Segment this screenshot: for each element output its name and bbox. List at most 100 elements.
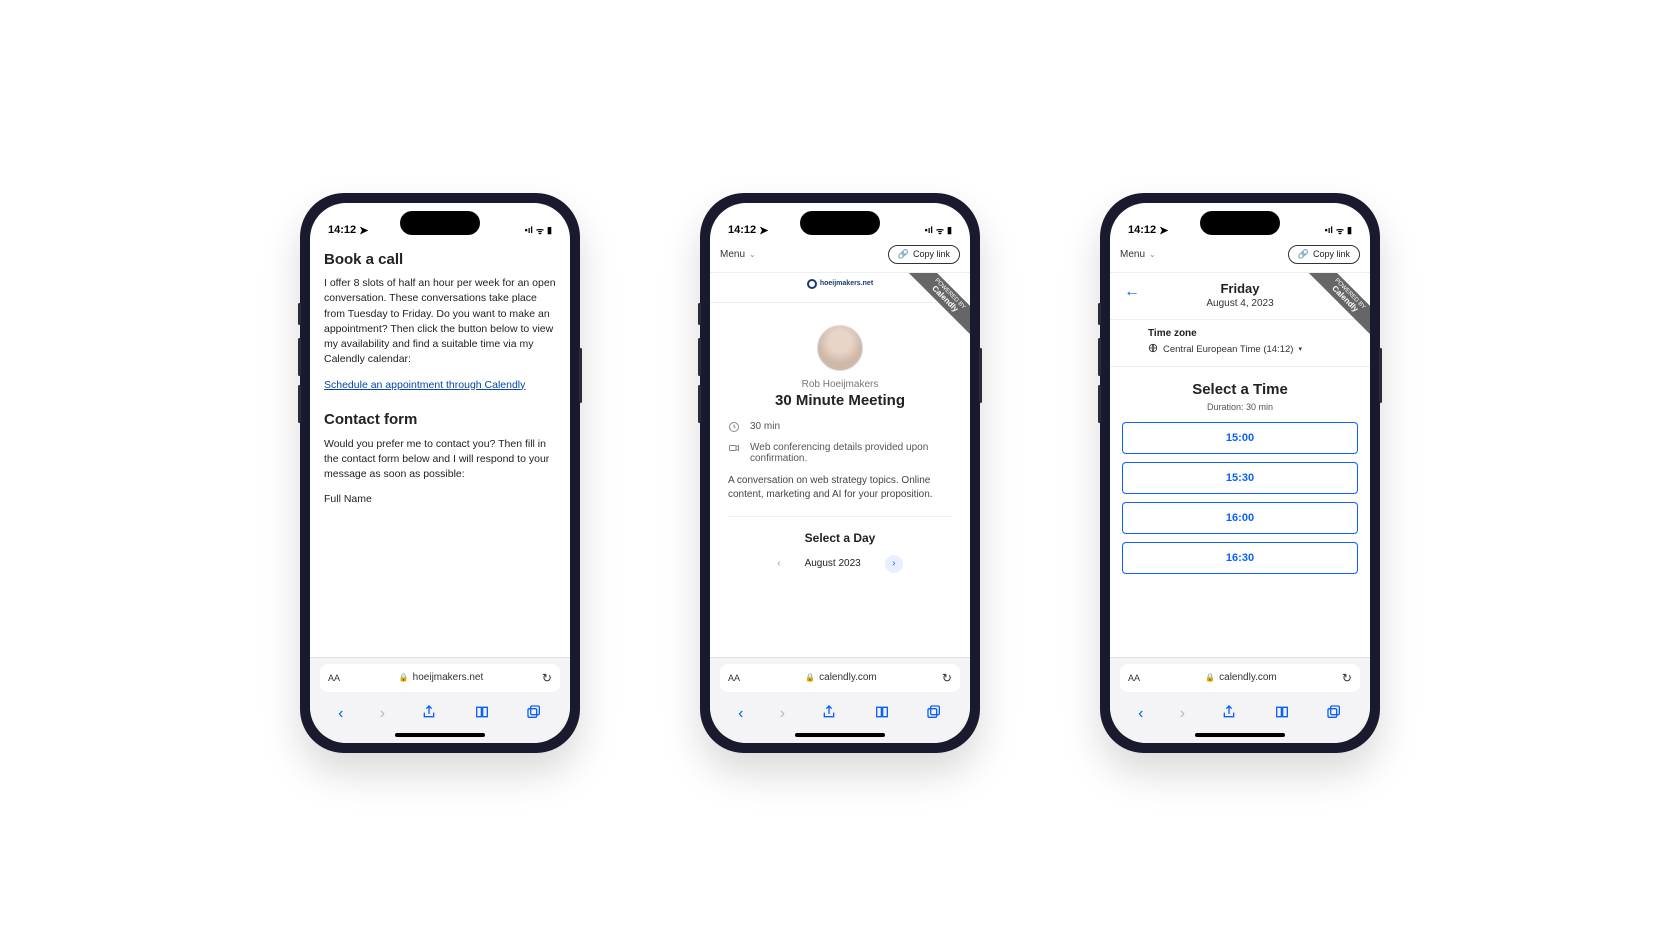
copy-link-label: Copy link: [1313, 249, 1350, 259]
safari-toolbar: AA 🔒hoeijmakers.net ↻ ‹ ›: [310, 657, 570, 743]
safari-toolbar: AA 🔒calendly.com ↻ ‹ ›: [1110, 657, 1370, 743]
select-time-heading: Select a Time: [1110, 381, 1370, 398]
selected-day: Friday: [1110, 281, 1370, 296]
wifi-icon: ᯤ: [536, 224, 544, 237]
dynamic-island: [1200, 211, 1280, 235]
copy-link-label: Copy link: [913, 249, 950, 259]
lock-icon: 🔒: [805, 673, 815, 682]
back-button[interactable]: ‹: [738, 705, 743, 723]
bookmarks-button[interactable]: [1274, 704, 1290, 725]
signal-icon: •ıl: [925, 225, 933, 235]
full-name-label: Full Name: [324, 492, 556, 507]
duration-text: 30 min: [750, 421, 780, 436]
menu-button[interactable]: Menu ⌄: [720, 249, 756, 260]
next-month-button[interactable]: ›: [885, 555, 903, 573]
signal-icon: •ıl: [1325, 225, 1333, 235]
menu-button[interactable]: Menu ⌄: [1120, 249, 1156, 260]
book-call-description: I offer 8 slots of half an hour per week…: [324, 276, 556, 367]
location-icon: ➤: [1159, 224, 1168, 237]
url-bar[interactable]: AA 🔒calendly.com ↻: [1120, 664, 1360, 692]
lock-icon: 🔒: [1205, 673, 1215, 682]
phone-mockup-3: 14:12 ➤ •ıl ᯤ ▮ Menu ⌄ 🔗 Copy link: [1100, 193, 1380, 753]
menu-label: Menu: [1120, 249, 1145, 260]
globe-icon: [1148, 343, 1158, 356]
phone-mockup-1: 14:12 ➤ •ıl ᯤ ▮ Book a call I offer 8 sl…: [300, 193, 580, 753]
schedule-link[interactable]: Schedule an appointment through Calendly: [324, 378, 525, 393]
calendly-time-select-page: Menu ⌄ 🔗 Copy link ← Friday August 4, 20…: [1110, 239, 1370, 657]
dynamic-island: [400, 211, 480, 235]
host-name: Rob Hoeijmakers: [728, 379, 952, 390]
time-slot[interactable]: 15:30: [1122, 462, 1358, 494]
clock-icon: [728, 421, 742, 436]
location-icon: ➤: [359, 224, 368, 237]
home-indicator[interactable]: [1195, 733, 1285, 737]
home-indicator[interactable]: [795, 733, 885, 737]
tabs-button[interactable]: [926, 704, 942, 725]
time-slot[interactable]: 15:00: [1122, 422, 1358, 454]
tabs-button[interactable]: [526, 704, 542, 725]
heading-contact-form: Contact form: [324, 409, 556, 431]
video-icon: [728, 442, 742, 464]
url-bar[interactable]: AA 🔒 calendly.com ↻: [720, 664, 960, 692]
calendly-meeting-page: Menu ⌄ 🔗 Copy link hoeijmakers.net POWER…: [710, 239, 970, 657]
timezone-label: Time zone: [1148, 328, 1356, 339]
text-size-button[interactable]: AA: [1128, 673, 1140, 683]
link-icon: 🔗: [898, 249, 909, 260]
dynamic-island: [800, 211, 880, 235]
status-time: 14:12: [728, 224, 756, 236]
text-size-button[interactable]: AA: [728, 673, 740, 683]
forward-button[interactable]: ›: [380, 705, 385, 723]
forward-button[interactable]: ›: [1180, 705, 1185, 723]
meeting-description: A conversation on web strategy topics. O…: [728, 474, 952, 502]
back-button[interactable]: ‹: [338, 705, 343, 723]
duration-label: Duration: 30 min: [1110, 402, 1370, 412]
host-avatar: [817, 325, 863, 371]
url-bar[interactable]: AA 🔒hoeijmakers.net ↻: [320, 664, 560, 692]
wifi-icon: ᯤ: [1336, 224, 1344, 237]
selected-date: August 4, 2023: [1110, 298, 1370, 309]
location-icon: ➤: [759, 224, 768, 237]
meeting-title: 30 Minute Meeting: [728, 392, 952, 409]
page-content: Book a call I offer 8 slots of half an h…: [310, 239, 570, 657]
share-button[interactable]: [421, 704, 437, 725]
link-icon: 🔗: [1298, 249, 1309, 260]
copy-link-button[interactable]: 🔗 Copy link: [1288, 245, 1360, 264]
prev-month-button[interactable]: ‹: [777, 558, 780, 569]
conferencing-text: Web conferencing details provided upon c…: [750, 442, 952, 464]
heading-book-call: Book a call: [324, 249, 556, 271]
battery-icon: ▮: [1347, 225, 1352, 236]
time-slot[interactable]: 16:00: [1122, 502, 1358, 534]
copy-link-button[interactable]: 🔗 Copy link: [888, 245, 960, 264]
reload-icon[interactable]: ↻: [542, 671, 552, 685]
text-size-button[interactable]: AA: [328, 673, 340, 683]
forward-button[interactable]: ›: [780, 705, 785, 723]
share-button[interactable]: [1221, 704, 1237, 725]
signal-icon: •ıl: [525, 225, 533, 235]
status-time: 14:12: [1128, 224, 1156, 236]
menu-label: Menu: [720, 249, 745, 260]
reload-icon[interactable]: ↻: [942, 671, 952, 685]
bookmarks-button[interactable]: [474, 704, 490, 725]
host-logo: hoeijmakers.net: [807, 279, 873, 289]
chevron-down-icon: ⌄: [749, 250, 756, 259]
timezone-value: Central European Time (14:12): [1163, 344, 1293, 355]
tabs-button[interactable]: [1326, 704, 1342, 725]
reload-icon[interactable]: ↻: [1342, 671, 1352, 685]
url-text: calendly.com: [819, 672, 877, 683]
safari-toolbar: AA 🔒 calendly.com ↻ ‹ ›: [710, 657, 970, 743]
bookmarks-button[interactable]: [874, 704, 890, 725]
battery-icon: ▮: [947, 225, 952, 236]
contact-form-description: Would you prefer me to contact you? Then…: [324, 437, 556, 483]
home-indicator[interactable]: [395, 733, 485, 737]
chevron-down-icon: ▾: [1298, 345, 1302, 353]
battery-icon: ▮: [547, 225, 552, 236]
phone-mockup-2: 14:12 ➤ •ıl ᯤ ▮ Menu ⌄ 🔗 Copy link: [700, 193, 980, 753]
share-button[interactable]: [821, 704, 837, 725]
month-label: August 2023: [805, 558, 861, 569]
timezone-selector[interactable]: Central European Time (14:12) ▾: [1148, 343, 1356, 356]
time-slot[interactable]: 16:30: [1122, 542, 1358, 574]
back-arrow-button[interactable]: ←: [1124, 283, 1140, 301]
wifi-icon: ᯤ: [936, 224, 944, 237]
month-selector: ‹ August 2023 ›: [728, 555, 952, 573]
back-button[interactable]: ‹: [1138, 705, 1143, 723]
